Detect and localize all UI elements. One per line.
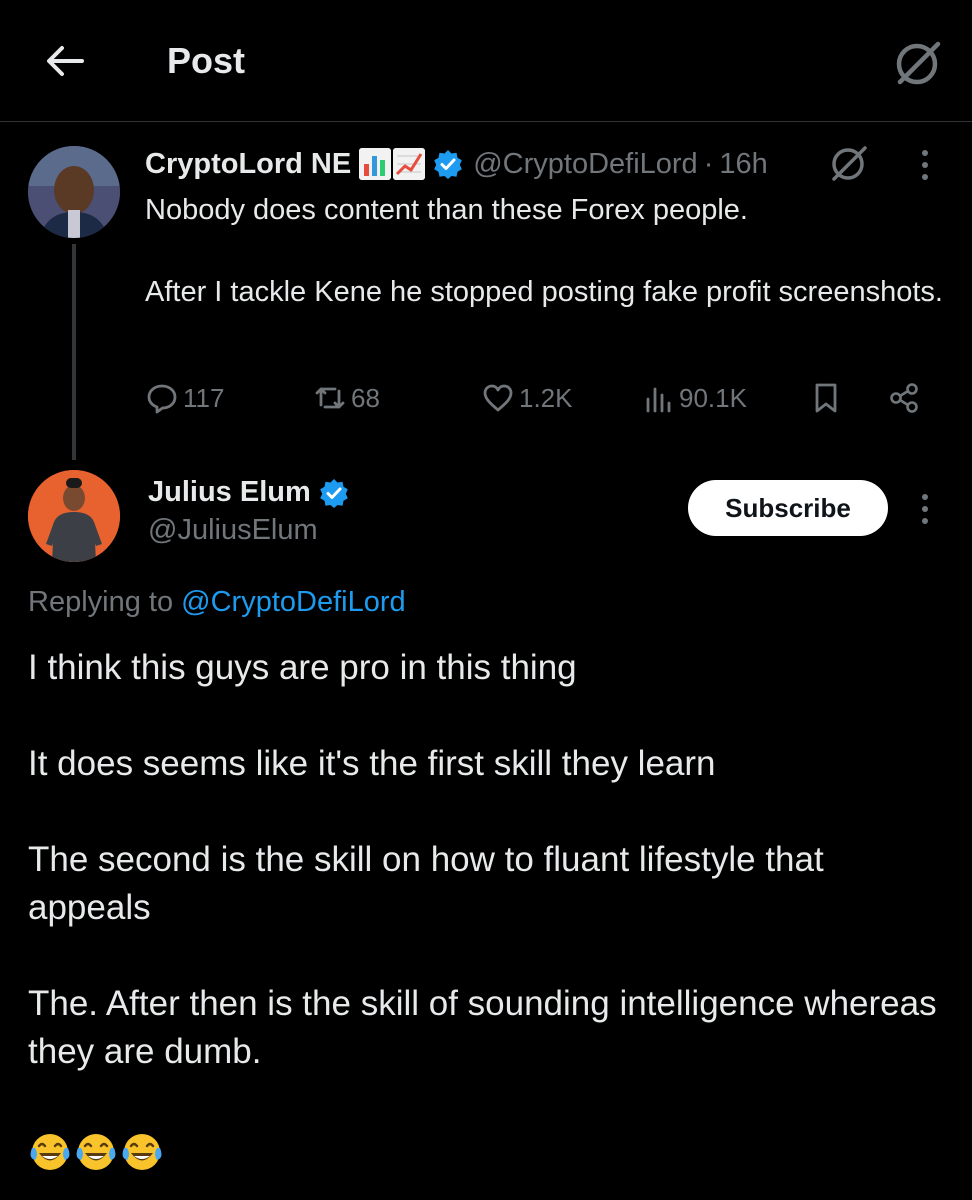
top-bar: Post bbox=[0, 0, 972, 122]
repost-count: 68 bbox=[351, 382, 380, 413]
reply-icon bbox=[147, 384, 177, 414]
emoji-row bbox=[28, 1130, 164, 1174]
thread-connector bbox=[72, 244, 76, 460]
post-time[interactable]: 16h bbox=[719, 148, 767, 181]
subscribe-button[interactable]: Subscribe bbox=[688, 480, 888, 536]
repost-icon bbox=[315, 387, 345, 409]
avatar[interactable] bbox=[28, 470, 120, 562]
author-name[interactable]: Julius Elum bbox=[148, 476, 311, 509]
verified-badge-icon bbox=[434, 150, 463, 179]
reply-text: I think this guys are pro in this thing … bbox=[28, 648, 937, 1071]
repost-button[interactable]: 68 bbox=[313, 374, 380, 422]
bookmark-icon bbox=[815, 383, 837, 413]
chart-increasing-emoji bbox=[393, 148, 426, 180]
post-text: Nobody does content than these Forex peo… bbox=[145, 194, 943, 308]
avatar-photo bbox=[28, 146, 120, 238]
like-count: 1.2K bbox=[519, 382, 573, 413]
author-handle[interactable]: @JuliusElum bbox=[148, 514, 318, 547]
replying-prefix: Replying to bbox=[28, 586, 182, 618]
page-title: Post bbox=[167, 40, 246, 81]
post-header: CryptoLord NE @CryptoDefiLord · 16h bbox=[145, 142, 768, 186]
like-button[interactable]: 1.2K bbox=[481, 374, 573, 422]
arrow-left-icon[interactable] bbox=[42, 38, 88, 84]
author-name[interactable]: CryptoLord NE bbox=[145, 148, 351, 181]
face-with-tears-of-joy-icon bbox=[76, 1134, 116, 1170]
avatar[interactable] bbox=[28, 146, 120, 238]
view-count: 90.1K bbox=[679, 382, 747, 413]
views-button[interactable]: 90.1K bbox=[641, 374, 747, 422]
bookmark-button[interactable] bbox=[809, 374, 847, 422]
reply-button[interactable]: 117 bbox=[145, 374, 224, 422]
reply-count: 117 bbox=[183, 382, 225, 413]
bar-chart-emoji bbox=[359, 148, 392, 180]
more-options-icon[interactable] bbox=[920, 150, 930, 184]
share-button[interactable] bbox=[887, 374, 925, 422]
replying-to: Replying to @CryptoDefiLord bbox=[28, 586, 406, 619]
author-handle[interactable]: @CryptoDefiLord bbox=[473, 148, 697, 181]
verified-badge-icon bbox=[319, 478, 348, 508]
separator: · bbox=[703, 147, 714, 180]
mention-link[interactable]: @CryptoDefiLord bbox=[181, 586, 405, 618]
face-with-tears-of-joy-icon bbox=[122, 1134, 162, 1170]
post-actions: 117 68 1.2K 90.1K bbox=[145, 374, 935, 422]
avatar-photo bbox=[28, 470, 120, 562]
heart-icon bbox=[483, 384, 513, 412]
views-icon bbox=[646, 387, 671, 413]
grok-icon[interactable] bbox=[892, 36, 944, 88]
reply-author: Julius Elum bbox=[148, 476, 349, 509]
share-icon bbox=[890, 383, 918, 413]
more-options-icon[interactable] bbox=[920, 494, 930, 528]
grok-icon[interactable] bbox=[828, 142, 870, 184]
face-with-tears-of-joy-icon bbox=[30, 1134, 70, 1170]
